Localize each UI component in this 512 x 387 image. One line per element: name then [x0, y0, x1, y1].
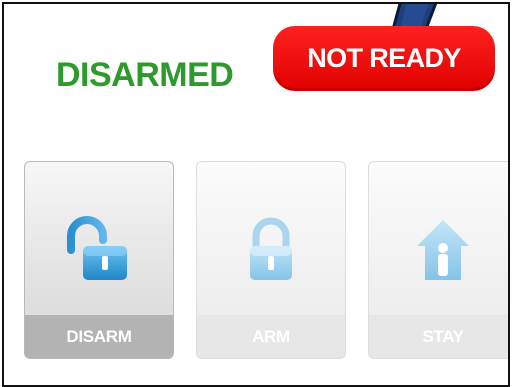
- security-panel: DISARMED NOT READY DISARM ARM STAY: [2, 2, 510, 387]
- house-person-icon: [369, 216, 508, 306]
- disarm-button[interactable]: DISARM: [24, 161, 174, 359]
- not-ready-badge: NOT READY: [273, 26, 495, 91]
- stay-button[interactable]: STAY: [368, 161, 508, 359]
- arm-status-label: DISARMED: [56, 56, 234, 94]
- locked-padlock-icon: [197, 216, 345, 306]
- unlocked-padlock-icon: [25, 216, 173, 306]
- arm-button-label: ARM: [197, 315, 345, 358]
- arm-button[interactable]: ARM: [196, 161, 346, 359]
- disarm-button-label: DISARM: [25, 315, 173, 358]
- stay-button-label: STAY: [369, 315, 508, 358]
